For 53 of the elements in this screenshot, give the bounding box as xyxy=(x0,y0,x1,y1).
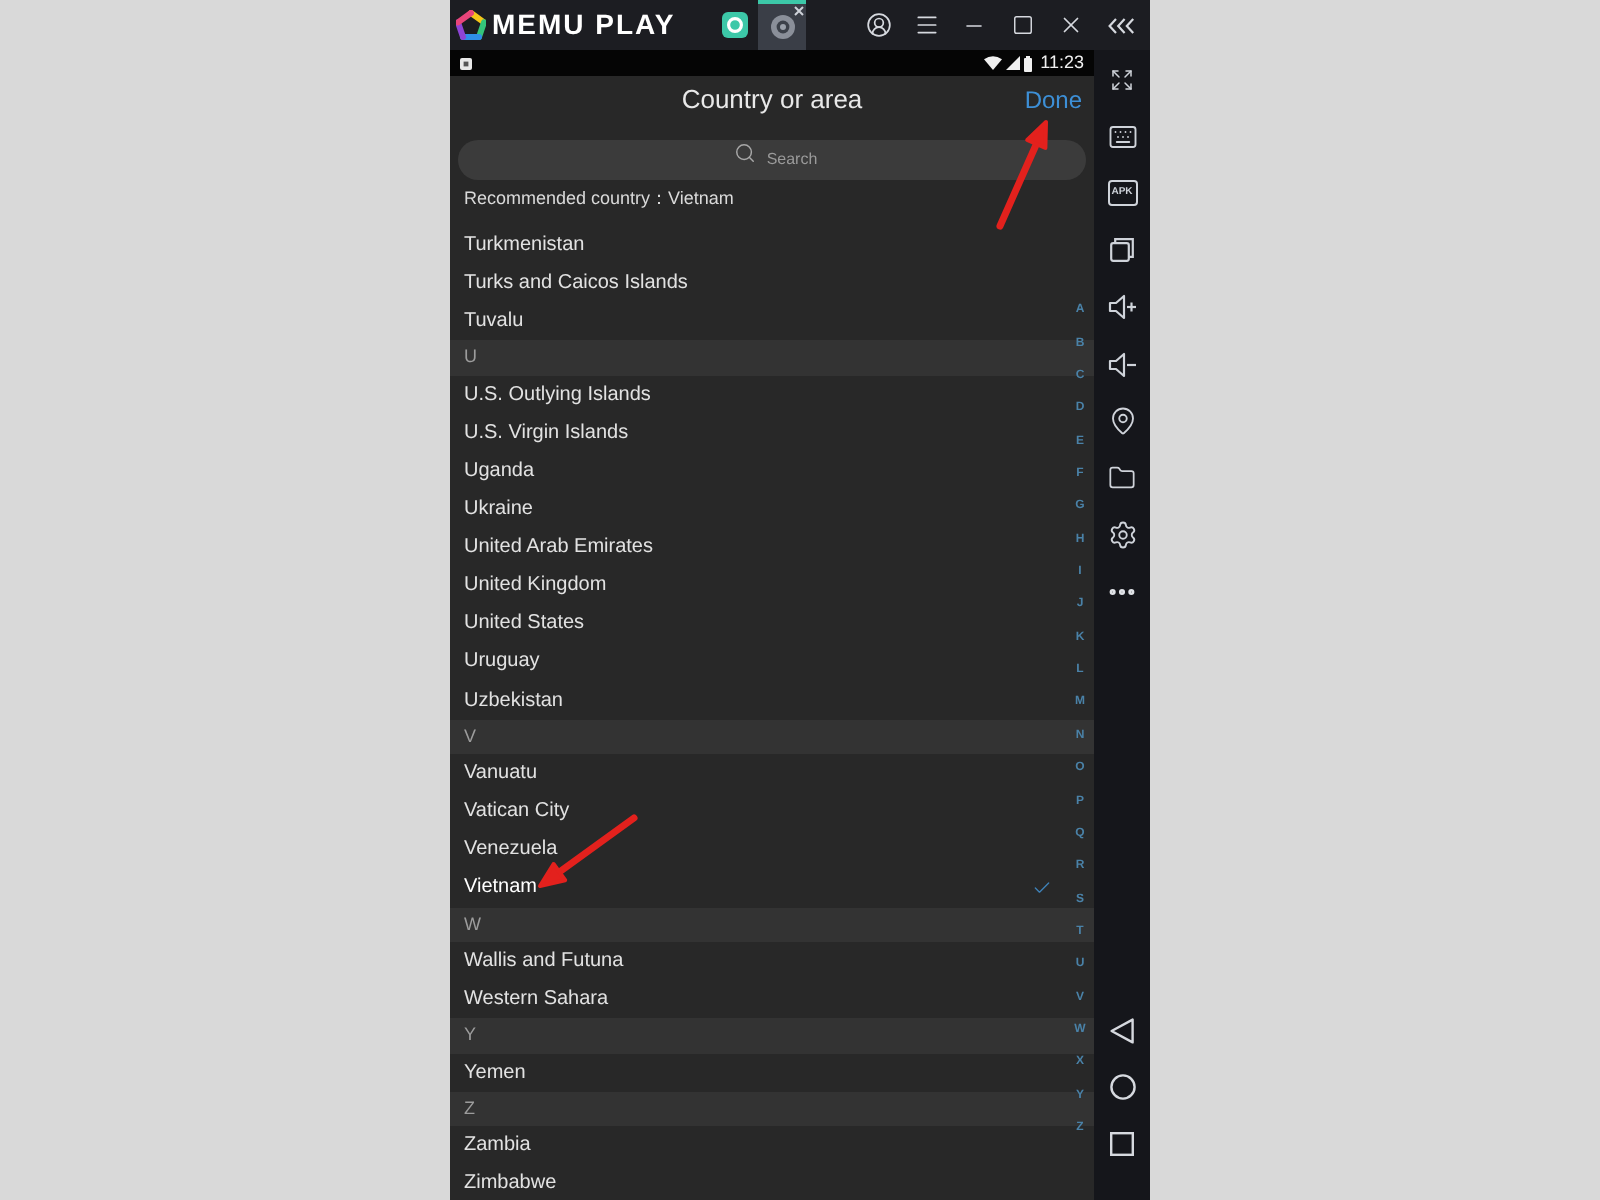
location-pin-icon[interactable] xyxy=(1107,406,1137,437)
pointer-arrow xyxy=(996,120,1048,230)
country-list-item[interactable]: United States xyxy=(450,604,1066,643)
battery-icon xyxy=(1024,55,1033,71)
collapse-sidebar-icon[interactable] xyxy=(1108,17,1136,33)
country-list-item[interactable]: Western Sahara xyxy=(450,980,1066,1019)
country-list-item[interactable]: Turkmenistan xyxy=(450,226,1066,265)
close-icon[interactable] xyxy=(794,6,804,16)
country-list-item[interactable]: U.S. Outlying Islands xyxy=(450,375,1066,414)
country-list-item[interactable]: United Arab Emirates xyxy=(450,528,1066,567)
volume-down-icon[interactable] xyxy=(1107,351,1137,378)
recents-icon[interactable] xyxy=(1110,1131,1134,1156)
country-list-item[interactable]: Uzbekistan xyxy=(450,681,1066,720)
country-list-item[interactable]: Uruguay xyxy=(450,642,1066,682)
stacked-squares-icon[interactable] xyxy=(1110,238,1134,263)
country-list-item[interactable]: Zimbabwe xyxy=(450,1164,1066,1200)
country-list-item[interactable]: Turks and Caicos Islands xyxy=(450,264,1066,303)
notification-icon xyxy=(460,57,472,69)
folder-icon[interactable] xyxy=(1108,463,1136,492)
recommended-country: Recommended country：Vietnam xyxy=(464,185,734,212)
settings-icon[interactable] xyxy=(1107,519,1137,550)
search-icon xyxy=(734,141,756,163)
account-icon[interactable] xyxy=(865,12,891,38)
country-list-item[interactable]: Tuvalu xyxy=(450,302,1066,341)
country-list-item[interactable]: U.S. Virgin Islands xyxy=(450,413,1066,452)
country-list-item[interactable]: Vatican City xyxy=(450,792,1066,831)
signal-icon xyxy=(1006,56,1021,70)
country-list-item[interactable]: Vietnam xyxy=(450,868,1066,907)
back-icon[interactable] xyxy=(1110,1017,1134,1044)
home-icon[interactable] xyxy=(1109,1073,1135,1100)
country-list-item[interactable]: Ukraine xyxy=(450,490,1066,529)
volume-up-icon[interactable] xyxy=(1107,294,1137,321)
country-list-item[interactable]: Uganda xyxy=(450,451,1066,491)
fullscreen-icon[interactable] xyxy=(1110,68,1134,93)
wifi-icon xyxy=(984,56,1003,70)
maximize-icon[interactable] xyxy=(1011,14,1033,36)
country-list-item[interactable]: Wallis and Futuna xyxy=(450,942,1066,981)
camera-lens-icon xyxy=(769,14,795,40)
menu-icon[interactable] xyxy=(913,12,939,38)
country-list-item[interactable]: Venezuela xyxy=(450,830,1066,869)
logo-text: MEMU PLAY xyxy=(492,6,676,44)
app-icon xyxy=(721,12,747,38)
country-list-item[interactable]: United Kingdom xyxy=(450,566,1066,605)
page-title: Country or area xyxy=(679,82,865,119)
status-time: 11:23 xyxy=(1040,54,1084,72)
search-field[interactable]: Search xyxy=(458,139,1086,179)
checkmark-icon xyxy=(1032,877,1052,898)
country-list-item[interactable]: Yemen xyxy=(450,1053,1066,1092)
country-list-item[interactable]: Zambia xyxy=(450,1126,1066,1165)
logo-icon xyxy=(456,10,486,40)
keyboard-icon[interactable] xyxy=(1107,122,1137,153)
country-list-item[interactable]: Vanuatu xyxy=(450,754,1066,793)
done-button[interactable]: Done xyxy=(1024,82,1082,118)
